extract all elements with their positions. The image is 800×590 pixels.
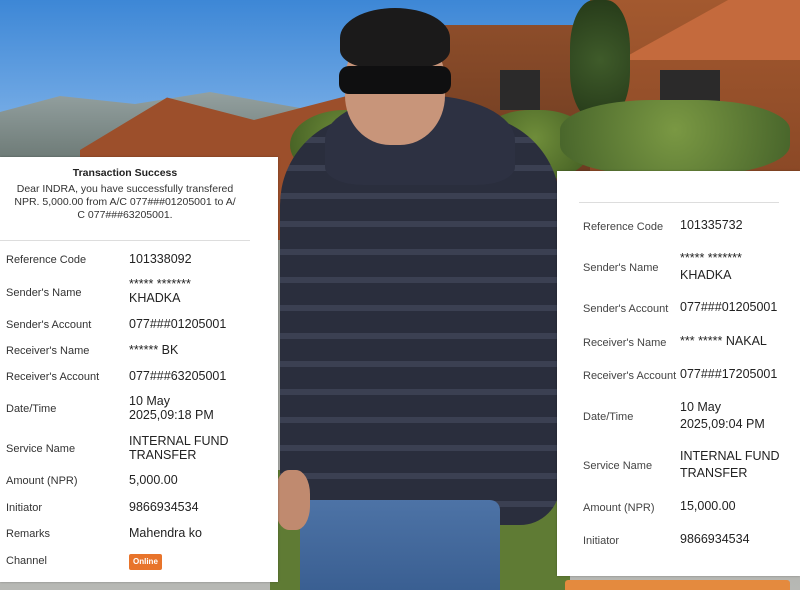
- row-value-line1: 10 May: [680, 400, 721, 414]
- row-label: Service Name: [6, 443, 76, 455]
- row-label: Date/Time: [583, 411, 634, 423]
- receipt-title: Transaction Success: [72, 167, 178, 179]
- divider: [0, 240, 250, 241]
- hand: [275, 470, 310, 530]
- hedge: [560, 100, 790, 175]
- row-value-line2: TRANSFER: [680, 466, 748, 480]
- row-value: 101338092: [129, 252, 192, 266]
- hair: [340, 8, 450, 68]
- receipt-message: Dear INDRA, you have successfully transf…: [0, 183, 250, 222]
- row-value: 9866934534: [680, 532, 750, 546]
- right-receipt-panel: Reference Code 101335732 Sender's Name *…: [557, 171, 800, 576]
- row-label: Receiver's Account: [6, 371, 100, 383]
- row-label: Sender's Name: [6, 287, 82, 299]
- message-line: Dear INDRA, you have successfully transf…: [16, 183, 234, 195]
- row-value-line1: ***** *******: [129, 277, 191, 291]
- row-label: Service Name: [583, 460, 653, 472]
- row-value-line2: 2025,09:18 PM: [129, 408, 214, 422]
- row-label: Initiator: [6, 502, 43, 514]
- row-value: 077###01205001: [680, 300, 778, 314]
- row-label: Sender's Account: [583, 303, 669, 315]
- row-value-line2: TRANSFER: [129, 448, 197, 462]
- divider: [579, 202, 779, 203]
- row-value-line1: INTERNAL FUND: [129, 434, 229, 448]
- row-label: Amount (NPR): [583, 502, 655, 514]
- jeans: [300, 500, 500, 590]
- row-value-line2: 2025,09:04 PM: [680, 417, 765, 431]
- row-label: Receiver's Account: [583, 370, 677, 382]
- row-label: Date/Time: [6, 403, 57, 415]
- row-label: Initiator: [583, 535, 620, 547]
- row-label: Reference Code: [6, 254, 87, 266]
- orange-action-bar: [565, 580, 790, 590]
- left-receipt-panel: Transaction Success Dear INDRA, you have…: [0, 157, 278, 582]
- row-label: Receiver's Name: [583, 337, 667, 349]
- sunglasses: [339, 66, 451, 94]
- message-line: NPR. 5,000.00 from A/C 077###01205001 to…: [14, 196, 236, 208]
- row-value-line2: KHADKA: [680, 268, 732, 282]
- row-label: Receiver's Name: [6, 345, 90, 357]
- row-label: Reference Code: [583, 221, 664, 233]
- row-value: *** ***** NAKAL: [680, 334, 767, 348]
- row-label: Sender's Name: [583, 262, 659, 274]
- person-photo: [275, 0, 565, 590]
- row-value-line1: ***** *******: [680, 251, 742, 265]
- row-value: Mahendra ko: [129, 526, 202, 540]
- message-line: C 077###63205001.: [77, 209, 173, 221]
- row-label: Sender's Account: [6, 319, 92, 331]
- channel-badge: Online: [129, 554, 162, 570]
- row-label: Remarks: [6, 528, 51, 540]
- row-value: 077###17205001: [680, 367, 778, 381]
- row-value-line1: INTERNAL FUND: [680, 449, 780, 463]
- row-value: 101335732: [680, 218, 743, 232]
- row-label: Channel: [6, 555, 47, 567]
- row-value-line2: KHADKA: [129, 291, 181, 305]
- row-value: 077###63205001: [129, 369, 227, 383]
- row-value-line1: 10 May: [129, 394, 170, 408]
- row-value: 9866934534: [129, 500, 199, 514]
- row-value: 077###01205001: [129, 317, 227, 331]
- row-value: 5,000.00: [129, 473, 178, 487]
- row-value: 15,000.00: [680, 499, 736, 513]
- row-label: Amount (NPR): [6, 475, 78, 487]
- row-value: ****** BK: [129, 343, 179, 357]
- row-value-container: Online: [129, 553, 259, 570]
